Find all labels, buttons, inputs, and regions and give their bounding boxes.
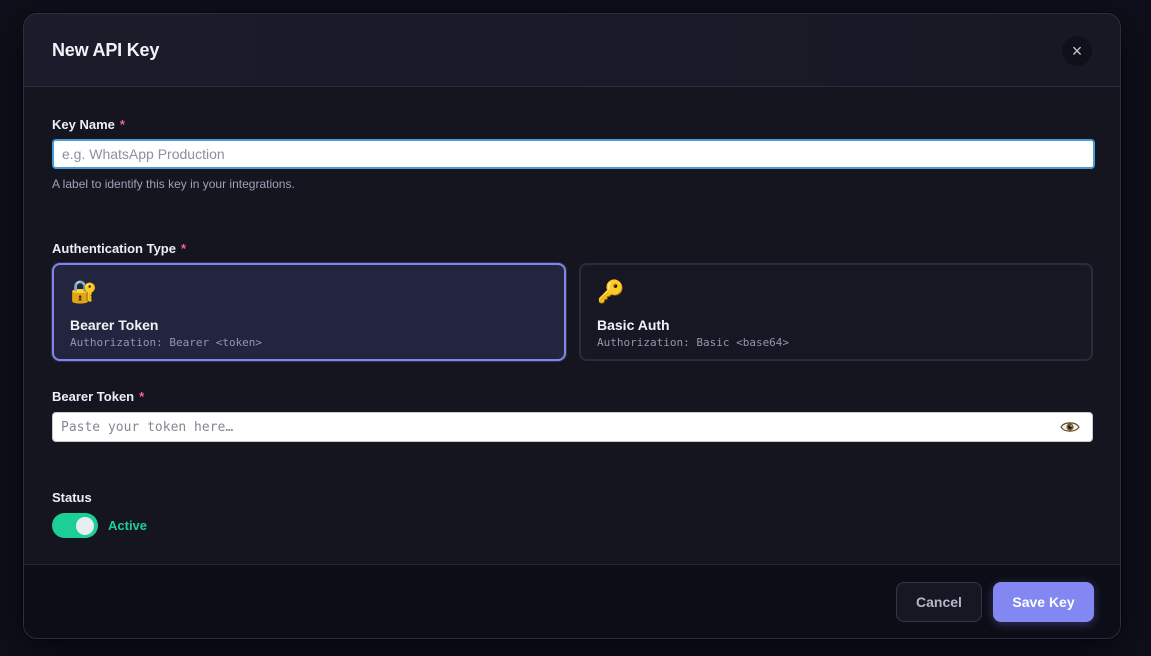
auth-option-basic-auth[interactable]: 🔑 Basic Auth Authorization: Basic <base6… <box>579 263 1093 361</box>
bearer-token-input[interactable] <box>53 413 1092 441</box>
key-name-input[interactable] <box>52 139 1095 169</box>
auth-option-title: Bearer Token <box>70 317 159 333</box>
required-mark: * <box>139 389 145 404</box>
key-icon: 🔑 <box>597 280 625 305</box>
required-mark: * <box>180 241 187 256</box>
auth-option-description: Authorization: Basic <base64> <box>597 336 790 349</box>
auth-option-description: Authorization: Bearer <token> <box>70 336 263 349</box>
status-label: Status <box>52 490 92 505</box>
lock-with-key-icon: 🔐 <box>70 280 98 305</box>
modal-title: New API Key <box>52 40 160 60</box>
auth-type-label-text: Authentication Type <box>52 241 176 256</box>
auth-type-label: Authentication Type * <box>52 241 186 256</box>
key-name-hint: A label to identify this key in your int… <box>52 177 295 191</box>
reveal-token-button[interactable] <box>1060 419 1080 435</box>
modal-header: New API Key × <box>24 14 1120 87</box>
auth-option-title: Basic Auth <box>597 317 670 333</box>
eye-icon <box>1060 422 1080 432</box>
close-button[interactable]: × <box>1062 36 1092 66</box>
modal-body: Key Name * A label to identify this key i… <box>24 87 1120 567</box>
close-icon: × <box>1071 41 1083 61</box>
status-toggle[interactable] <box>52 513 98 538</box>
key-name-label-text: Key Name <box>52 117 115 132</box>
toggle-knob <box>76 516 94 535</box>
status-state-text: Active <box>108 518 148 533</box>
required-mark: * <box>119 117 125 132</box>
bearer-token-label-text: Bearer Token <box>52 389 135 404</box>
auth-option-bearer-token[interactable]: 🔐 Bearer Token Authorization: Bearer <to… <box>52 263 566 361</box>
modal-footer: Cancel Save Key <box>24 564 1120 638</box>
new-api-key-modal: New API Key × Key Name * A label to ident… <box>23 13 1121 639</box>
save-key-button[interactable]: Save Key <box>993 582 1094 622</box>
key-name-label: Key Name * <box>52 117 125 132</box>
cancel-button[interactable]: Cancel <box>896 582 982 622</box>
bearer-token-label: Bearer Token * <box>52 389 144 404</box>
bearer-token-field <box>52 412 1093 442</box>
